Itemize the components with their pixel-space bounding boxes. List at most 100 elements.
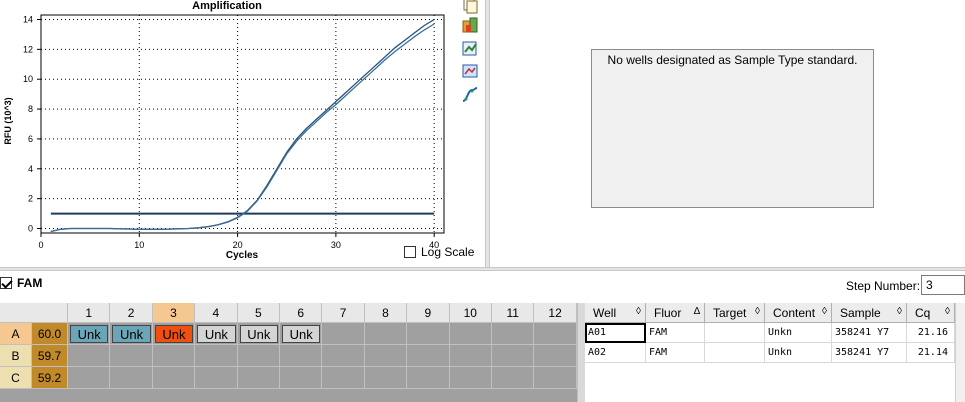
plate-well[interactable] bbox=[237, 345, 280, 367]
plate-well[interactable] bbox=[407, 323, 450, 345]
column-header-content[interactable]: Content ◊ bbox=[765, 303, 832, 323]
plate-row-header[interactable]: B bbox=[0, 345, 32, 367]
plate-well[interactable] bbox=[449, 345, 492, 367]
plate-well[interactable] bbox=[195, 345, 238, 367]
well-table: Well ◊ Fluor ∆ Target ◊ Content ◊ Sample ◊ Cq ◊ A01 F… bbox=[585, 303, 965, 402]
plate-well-sample[interactable]: Unk bbox=[70, 325, 109, 343]
column-header-label: Sample bbox=[840, 306, 881, 320]
plate-column-header[interactable]: 12 bbox=[534, 303, 577, 323]
plate-well[interactable] bbox=[449, 367, 492, 389]
plate-column-header[interactable]: 9 bbox=[407, 303, 450, 323]
plate-row-temperature: 60.0 bbox=[32, 323, 68, 345]
plate-column-header[interactable]: 11 bbox=[492, 303, 535, 323]
y-tick-label: 2 bbox=[28, 194, 33, 204]
column-header-cq[interactable]: Cq ◊ bbox=[907, 303, 955, 323]
plate-column-header[interactable]: 5 bbox=[237, 303, 280, 323]
plate-column-header[interactable]: 3 bbox=[152, 303, 196, 323]
plate-well-sample[interactable]: Unk bbox=[282, 325, 321, 343]
plate-well[interactable] bbox=[534, 367, 577, 389]
plate-well[interactable] bbox=[322, 323, 365, 345]
plate-column-header[interactable]: 4 bbox=[195, 303, 238, 323]
log-scale-toggle[interactable]: Log Scale bbox=[404, 245, 474, 259]
x-tick-label: 0 bbox=[38, 240, 43, 250]
plate-column-header[interactable]: 1 bbox=[68, 303, 111, 323]
plate-well[interactable] bbox=[534, 345, 577, 367]
plate-row-header[interactable]: A bbox=[0, 323, 32, 345]
x-tick-label: 30 bbox=[331, 240, 341, 250]
y-tick-label: 12 bbox=[23, 44, 33, 54]
vertical-splitter[interactable] bbox=[485, 0, 490, 268]
table-cell[interactable]: 21.14 bbox=[907, 343, 955, 363]
copy-icon[interactable] bbox=[461, 0, 479, 14]
chart-settings-icon[interactable] bbox=[461, 62, 479, 80]
table-cell[interactable] bbox=[705, 343, 765, 363]
plate-well[interactable] bbox=[492, 323, 535, 345]
plate-well[interactable] bbox=[364, 367, 408, 389]
plate-well[interactable] bbox=[195, 367, 238, 389]
plate-well[interactable] bbox=[492, 367, 535, 389]
plate-well[interactable] bbox=[449, 323, 492, 345]
table-cell[interactable]: FAM bbox=[646, 323, 705, 343]
plate-column-header[interactable]: 8 bbox=[364, 303, 408, 323]
table-cell[interactable]: 358241 Y7 bbox=[832, 323, 907, 343]
plate-well[interactable] bbox=[110, 367, 153, 389]
plate-well[interactable] bbox=[237, 367, 280, 389]
standard-curve-panel: No wells designated as Sample Type stand… bbox=[591, 49, 874, 208]
plate-well-sample[interactable]: Unk bbox=[239, 325, 278, 343]
table-cell[interactable]: 21.16 bbox=[907, 323, 955, 343]
plate-well[interactable] bbox=[364, 323, 408, 345]
plate-column-header[interactable]: 2 bbox=[110, 303, 153, 323]
step-number-select[interactable]: 3 bbox=[921, 275, 965, 295]
column-header-label: Fluor bbox=[654, 306, 682, 320]
plate-well[interactable] bbox=[492, 345, 535, 367]
plate-well[interactable] bbox=[322, 367, 365, 389]
table-cell[interactable] bbox=[705, 323, 765, 343]
plate-corner[interactable] bbox=[0, 303, 68, 323]
plate-column-header[interactable]: 7 bbox=[322, 303, 365, 323]
plate-well-sample[interactable]: Unk bbox=[154, 325, 194, 343]
column-header-sample[interactable]: Sample ◊ bbox=[832, 303, 907, 323]
fluor-toolbar: FAM Step Number: 3 bbox=[0, 273, 965, 301]
horizontal-splitter[interactable] bbox=[0, 267, 965, 271]
chart-title: Amplification bbox=[192, 0, 262, 12]
y-tick-label: 4 bbox=[28, 164, 33, 174]
table-cell[interactable]: Unkn bbox=[765, 323, 832, 343]
export-icon[interactable] bbox=[461, 16, 479, 34]
y-tick-label: 10 bbox=[23, 74, 33, 84]
plate-well[interactable] bbox=[68, 367, 111, 389]
table-cell[interactable]: FAM bbox=[646, 343, 705, 363]
column-header-fluor[interactable]: Fluor ∆ bbox=[646, 303, 705, 323]
plate-row-header[interactable]: C bbox=[0, 367, 32, 389]
x-tick-label: 10 bbox=[134, 240, 144, 250]
plate-well[interactable] bbox=[322, 345, 365, 367]
plate-column-header[interactable]: 6 bbox=[280, 303, 323, 323]
plate-well[interactable] bbox=[280, 367, 323, 389]
add-chart-icon[interactable] bbox=[461, 39, 479, 57]
sort-icon: ◊ bbox=[897, 306, 902, 317]
x-axis-label: Cycles bbox=[226, 250, 259, 261]
column-header-target[interactable]: Target ◊ bbox=[705, 303, 765, 323]
table-cell[interactable]: A02 bbox=[585, 343, 646, 363]
curve-icon[interactable] bbox=[461, 86, 479, 104]
plate-well[interactable] bbox=[152, 367, 196, 389]
plate-row-temperature: 59.7 bbox=[32, 345, 68, 367]
column-header-well[interactable]: Well ◊ bbox=[585, 303, 646, 323]
log-scale-checkbox[interactable] bbox=[404, 246, 416, 258]
table-scrollbar[interactable] bbox=[955, 303, 965, 402]
table-cell[interactable]: A01 bbox=[585, 323, 646, 343]
plate-well[interactable] bbox=[280, 345, 323, 367]
plate-well[interactable] bbox=[407, 367, 450, 389]
plate-column-header[interactable]: 10 bbox=[449, 303, 492, 323]
plate-well[interactable] bbox=[364, 345, 408, 367]
table-cell[interactable]: Unkn bbox=[765, 343, 832, 363]
plate-well[interactable] bbox=[407, 345, 450, 367]
fam-checkbox[interactable] bbox=[0, 277, 12, 289]
plate-well-sample[interactable]: Unk bbox=[197, 325, 236, 343]
plate-well[interactable] bbox=[110, 345, 153, 367]
plate-well[interactable] bbox=[534, 323, 577, 345]
table-cell[interactable]: 358241 Y7 bbox=[832, 343, 907, 363]
plate-well-sample[interactable]: Unk bbox=[112, 325, 151, 343]
table-splitter[interactable] bbox=[577, 303, 585, 402]
plate-well[interactable] bbox=[152, 345, 196, 367]
plate-well[interactable] bbox=[68, 345, 111, 367]
